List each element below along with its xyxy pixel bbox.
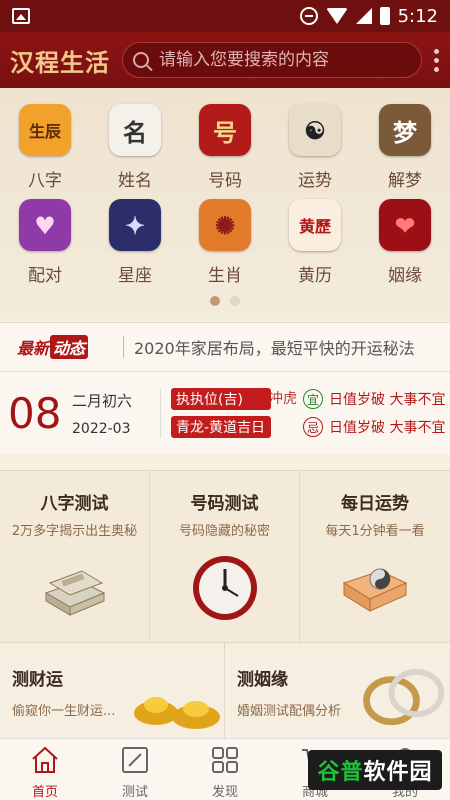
test-subtitle: 号码隐藏的秘密 xyxy=(178,524,270,539)
search-icon xyxy=(133,52,149,68)
test-card-bazi[interactable]: 八字测试 2万多字揭示出生奥秘 xyxy=(0,471,150,642)
feature-item-0[interactable]: 生辰 八字 xyxy=(0,104,90,199)
more-menu-icon[interactable] xyxy=(432,48,440,72)
grid-icon xyxy=(212,747,238,773)
edit-icon xyxy=(122,747,148,773)
duty-tag: 执执位(吉) xyxy=(171,388,271,410)
divider xyxy=(160,388,161,438)
do-not-disturb-icon xyxy=(299,7,318,25)
feature-item-2[interactable]: 号号码 xyxy=(180,104,270,199)
auspicious-day-tag: 青龙-黄道吉日 xyxy=(171,416,271,438)
promo-marriage[interactable]: 测姻缘 婚姻测试配偶分析 xyxy=(225,643,450,738)
search-input[interactable] xyxy=(159,50,379,70)
feature-label: 八字 xyxy=(28,171,62,191)
feature-item-1[interactable]: 名姓名 xyxy=(90,104,180,199)
test-card-number[interactable]: 号码测试 号码隐藏的秘密 xyxy=(150,471,300,642)
app-header: 汉程生活 xyxy=(0,32,450,88)
date-info: 二月初六 2022-03 xyxy=(72,390,158,437)
test-title: 每日运势 xyxy=(341,494,409,514)
feature-label: 解梦 xyxy=(388,171,422,191)
battery-icon xyxy=(379,7,390,25)
divider xyxy=(123,336,124,358)
page-dot-1[interactable] xyxy=(210,296,220,306)
feature-item-7[interactable]: ✺ 生肖 xyxy=(180,199,270,294)
promo-row: 测财运 偷窥你一生财运... 测姻缘 婚姻测试配偶分析 xyxy=(0,642,450,738)
status-bar: 5:12 xyxy=(0,0,450,32)
feature-item-8[interactable]: 黄歷 黄历 xyxy=(270,199,360,294)
tab-label: 首页 xyxy=(31,785,58,800)
feature-item-4[interactable]: 梦解梦 xyxy=(360,104,450,199)
almanac-tags: 执执位(吉) 青龙-黄道吉日 xyxy=(171,388,271,438)
feature-item-5[interactable]: ♥ 配对 xyxy=(0,199,90,294)
bazi-icon: 生辰 xyxy=(19,104,71,156)
match-icon: ♥ xyxy=(19,199,71,251)
news-ticker[interactable]: 最新 动态 2020年家居布局，最短平快的开运秘法 xyxy=(0,322,450,372)
constellation-icon: ✦ xyxy=(109,199,161,251)
feature-label: 配对 xyxy=(28,266,62,286)
feature-item-3[interactable]: ☯ 运势 xyxy=(270,104,360,199)
feature-label: 生肖 xyxy=(208,266,242,286)
clash-text: 冲虎 xyxy=(269,391,297,407)
heart-icon: ❤ xyxy=(379,199,431,251)
tab-label: 测试 xyxy=(121,785,148,800)
name-icon: 名 xyxy=(109,104,161,156)
tab-label: 发现 xyxy=(211,785,238,800)
watermark-logo: 谷普 软件园 xyxy=(308,750,442,790)
day-number: 08 xyxy=(8,388,62,438)
home-icon xyxy=(32,746,58,773)
yi-text: 日值岁破 大事不宜 xyxy=(329,392,446,408)
feature-label: 运势 xyxy=(298,171,332,191)
feature-item-6[interactable]: ✦ 星座 xyxy=(90,199,180,294)
test-cards: 八字测试 2万多字揭示出生奥秘 号码测试 号码隐藏的秘密 每日运势 每天1分钟看… xyxy=(0,470,450,642)
test-subtitle: 每天1分钟看一看 xyxy=(325,524,425,539)
image-notification-icon xyxy=(12,8,30,24)
zodiac-icon: ✺ xyxy=(199,199,251,251)
test-subtitle: 2万多字揭示出生奥秘 xyxy=(11,524,138,539)
yinyang-icon: ☯ xyxy=(289,104,341,156)
tab-test[interactable]: 测试 xyxy=(90,739,180,800)
feature-label: 姓名 xyxy=(118,171,152,191)
yi-ji-list: 宜 日值岁破 大事不宜 忌 日值岁破 大事不宜 xyxy=(303,389,445,437)
books-icon xyxy=(44,570,105,616)
feature-grid: 生辰 八字名姓名号号码 ☯ 运势梦解梦 ♥ 配对 ✦ 星座 ✺ 生肖 黄歷 黄历 ❤ 姻缘 xyxy=(0,88,450,294)
yi-badge: 宜 xyxy=(303,389,323,409)
feature-item-9[interactable]: ❤ 姻缘 xyxy=(360,199,450,294)
page-dot-2[interactable] xyxy=(230,296,240,306)
feature-grid-section: 生辰 八字名姓名号号码 ☯ 运势梦解梦 ♥ 配对 ✦ 星座 ✺ 生肖 黄歷 黄历 ❤ 姻缘 xyxy=(0,88,450,320)
dream-icon: 梦 xyxy=(379,104,431,156)
news-tag: 最新 动态 xyxy=(17,335,105,359)
feature-label: 姻缘 xyxy=(388,266,422,286)
lunar-date: 二月初六 xyxy=(72,391,133,410)
year-month: 2022-03 xyxy=(72,420,131,437)
search-bar[interactable] xyxy=(122,42,422,78)
rings-icon xyxy=(363,669,445,726)
clock-icon xyxy=(192,556,257,620)
tab-discover[interactable]: 发现 xyxy=(180,739,270,800)
tab-home[interactable]: 首页 xyxy=(0,739,90,800)
number-icon: 号 xyxy=(199,104,251,156)
yi-row: 宜 日值岁破 大事不宜 xyxy=(303,389,445,409)
test-card-daily-fortune[interactable]: 每日运势 每天1分钟看一看 xyxy=(300,471,450,642)
signal-icon xyxy=(355,8,372,24)
almanac-card[interactable]: 08 二月初六 2022-03 执执位(吉) 青龙-黄道吉日 冲虎 宜 日值岁破… xyxy=(0,372,450,454)
news-headline[interactable]: 2020年家居布局，最短平快的开运秘法 xyxy=(134,335,415,359)
page-indicator xyxy=(0,296,450,306)
app-logo: 汉程生活 xyxy=(10,47,110,77)
ji-text: 日值岁破 大事不宜 xyxy=(329,420,446,436)
ji-badge: 忌 xyxy=(303,417,323,437)
test-title: 号码测试 xyxy=(190,494,259,514)
status-time: 5:12 xyxy=(397,5,438,27)
feature-label: 号码 xyxy=(208,171,242,191)
gold-ingot-icon xyxy=(134,697,220,729)
feature-label: 星座 xyxy=(118,266,152,286)
wifi-icon xyxy=(325,8,348,24)
promo-wealth[interactable]: 测财运 偷窥你一生财运... xyxy=(0,643,225,738)
feature-label: 黄历 xyxy=(298,266,332,286)
fortune-book-icon xyxy=(342,568,408,612)
test-title: 八字测试 xyxy=(40,494,109,514)
ji-row: 忌 日值岁破 大事不宜 xyxy=(303,417,445,437)
almanac-icon: 黄歷 xyxy=(289,199,341,251)
